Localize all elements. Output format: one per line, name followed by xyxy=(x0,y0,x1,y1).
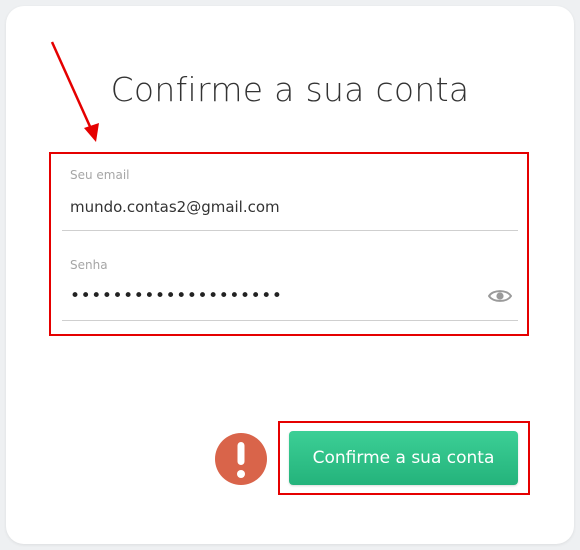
password-input[interactable]: •••••••••••••••••••• xyxy=(70,286,283,306)
screenshot-stage: Confirme a sua conta Seu email mundo.con… xyxy=(0,0,580,550)
email-label: Seu email xyxy=(70,168,130,182)
email-field[interactable]: Seu email mundo.contas2@gmail.com xyxy=(62,164,518,231)
page-title: Confirme a sua conta xyxy=(110,70,470,109)
exclamation-icon xyxy=(215,433,267,485)
email-input[interactable]: mundo.contas2@gmail.com xyxy=(70,198,280,216)
password-field[interactable]: Senha •••••••••••••••••••• xyxy=(62,254,518,321)
eye-icon[interactable] xyxy=(487,288,513,304)
confirm-account-button[interactable]: Confirme a sua conta xyxy=(289,431,518,485)
password-label: Senha xyxy=(70,258,108,272)
